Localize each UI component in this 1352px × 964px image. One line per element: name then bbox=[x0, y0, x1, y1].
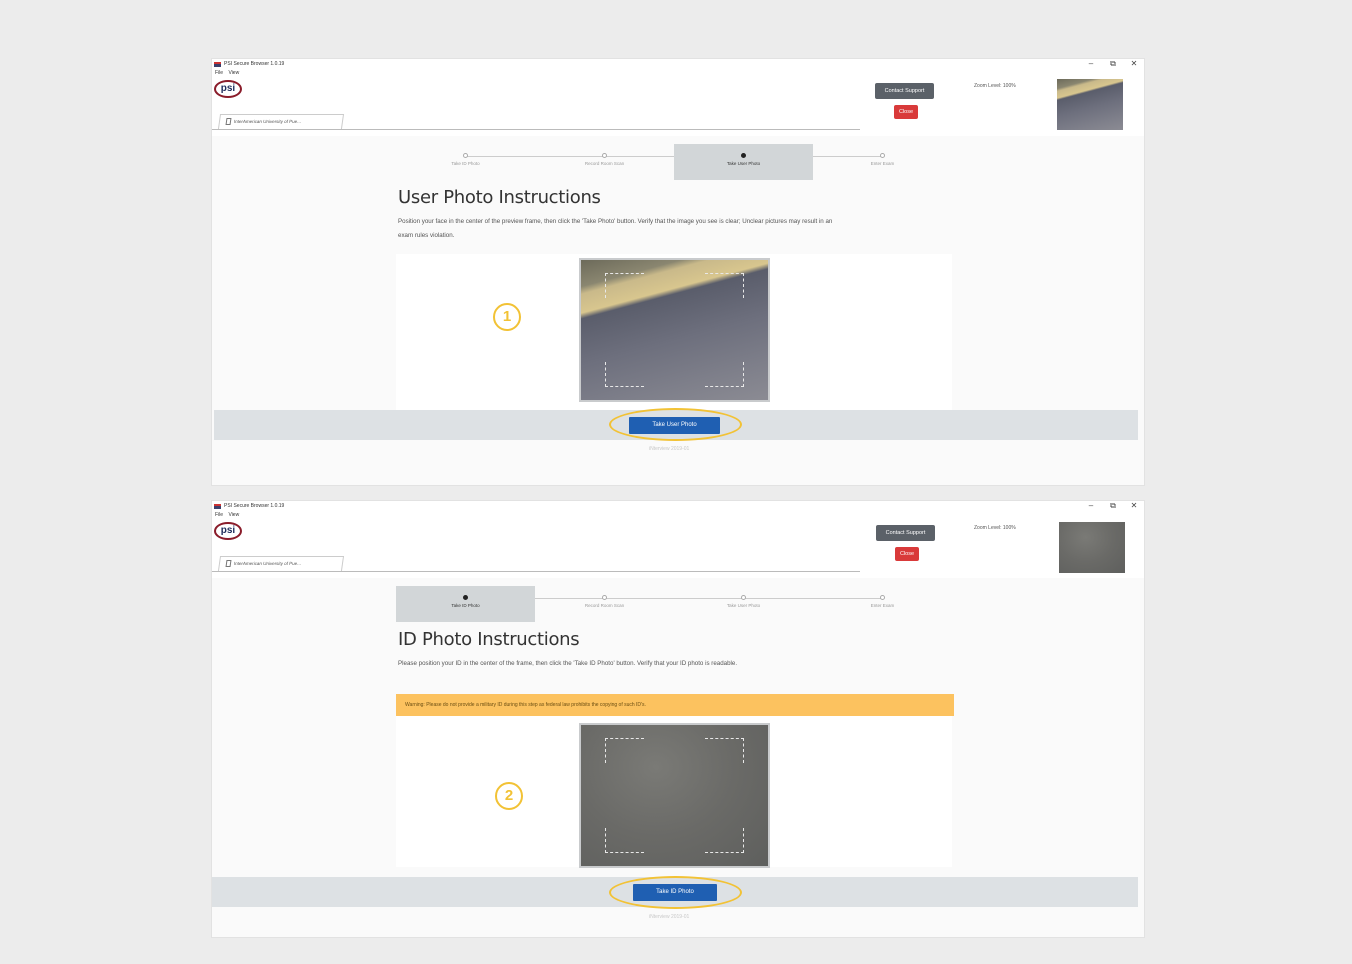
warning-banner: Warning: Please do not provide a militar… bbox=[396, 694, 954, 716]
step-take-user-photo: Take User Photo bbox=[674, 144, 813, 180]
preview-area: 2 bbox=[396, 716, 952, 868]
instructions-text: Position your face in the center of the … bbox=[398, 218, 833, 239]
step-take-id-photo: Take ID Photo bbox=[396, 144, 535, 180]
page-title: User Photo Instructions bbox=[398, 187, 601, 208]
preview-area: 1 bbox=[396, 254, 952, 410]
restore-icon[interactable]: ⧉ bbox=[1107, 59, 1119, 69]
step-marker-1: 1 bbox=[493, 303, 521, 331]
minimize-icon[interactable]: – bbox=[1085, 59, 1097, 68]
step-record-room-scan: Record Room Scan bbox=[535, 144, 674, 180]
secure-browser-window-2: PSI Secure Browser 1.0.19 – ⧉ ✕ File Vie… bbox=[211, 500, 1145, 938]
instructions-text: Please position your ID in the center of… bbox=[398, 660, 738, 667]
step-take-user-photo: Take User Photo bbox=[674, 586, 813, 622]
restore-icon[interactable]: ⧉ bbox=[1107, 501, 1119, 511]
progress-stepper: Take ID Photo Record Room Scan Take User… bbox=[396, 144, 952, 180]
browser-header: psi InterAmerican University of Pue... C… bbox=[212, 518, 1144, 578]
browser-header: psi InterAmerican University of Pue... C… bbox=[212, 76, 1144, 136]
title-bar: PSI Secure Browser 1.0.19 – ⧉ ✕ bbox=[212, 59, 1144, 71]
step-record-room-scan: Record Room Scan bbox=[535, 586, 674, 622]
app-icon bbox=[214, 504, 221, 509]
webcam-thumbnail bbox=[1057, 79, 1123, 130]
app-icon bbox=[214, 62, 221, 67]
title-bar: PSI Secure Browser 1.0.19 – ⧉ ✕ bbox=[212, 501, 1144, 513]
tab-divider bbox=[212, 129, 860, 130]
psi-logo: psi bbox=[214, 80, 242, 98]
step-enter-exam: Enter Exam bbox=[813, 144, 952, 180]
camera-preview bbox=[579, 258, 770, 402]
close-window-icon[interactable]: ✕ bbox=[1128, 59, 1140, 68]
step-enter-exam: Enter Exam bbox=[813, 586, 952, 622]
zoom-level: Zoom Level: 100% bbox=[974, 525, 1016, 531]
tab-divider bbox=[212, 571, 860, 572]
footer-version: iNterview 2019-01 bbox=[649, 914, 690, 920]
window-title: PSI Secure Browser 1.0.19 bbox=[224, 503, 285, 509]
minimize-icon[interactable]: – bbox=[1085, 501, 1097, 510]
tab-label: InterAmerican University of Pue... bbox=[233, 561, 302, 566]
webcam-thumbnail bbox=[1059, 522, 1125, 573]
browser-tab[interactable]: InterAmerican University of Pue... bbox=[217, 114, 345, 129]
step-marker-2: 2 bbox=[495, 782, 523, 810]
document-icon bbox=[225, 560, 232, 567]
contact-support-button[interactable]: Contact Support bbox=[875, 83, 934, 99]
close-button[interactable]: Close bbox=[894, 105, 918, 119]
footer-version: iNterview 2019-01 bbox=[649, 446, 690, 452]
page-title: ID Photo Instructions bbox=[398, 629, 580, 650]
camera-preview bbox=[579, 723, 770, 868]
main-content: Take ID Photo Record Room Scan Take User… bbox=[212, 136, 1144, 485]
contact-support-button[interactable]: Contact Support bbox=[876, 525, 935, 541]
document-icon bbox=[225, 118, 232, 125]
secure-browser-window-1: PSI Secure Browser 1.0.19 – ⧉ ✕ File Vie… bbox=[211, 58, 1145, 486]
zoom-level: Zoom Level: 100% bbox=[974, 83, 1016, 89]
tab-label: InterAmerican University of Pue... bbox=[233, 119, 302, 124]
progress-stepper: Take ID Photo Record Room Scan Take User… bbox=[396, 586, 952, 622]
step-take-id-photo: Take ID Photo bbox=[396, 586, 535, 622]
button-highlight-ring bbox=[609, 876, 742, 909]
close-window-icon[interactable]: ✕ bbox=[1128, 501, 1140, 510]
psi-logo: psi bbox=[214, 522, 242, 540]
button-highlight-ring bbox=[609, 408, 742, 441]
main-content: Take ID Photo Record Room Scan Take User… bbox=[212, 578, 1144, 937]
browser-tab[interactable]: InterAmerican University of Pue... bbox=[217, 556, 345, 571]
close-button[interactable]: Close bbox=[895, 547, 919, 561]
window-title: PSI Secure Browser 1.0.19 bbox=[224, 61, 285, 67]
